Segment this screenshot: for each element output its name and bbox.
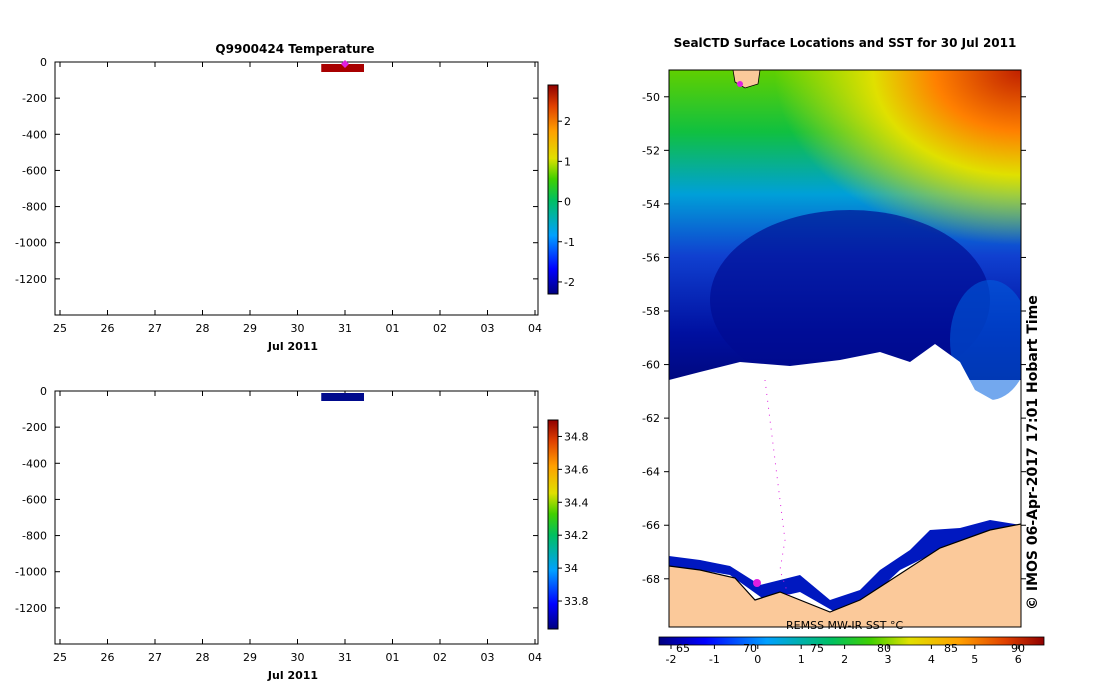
temperature-profile-panel: Q9900424 Temperature 0 -200 -400 -600 -800 -1… <box>15 42 575 353</box>
x-tick-label: 02 <box>433 651 447 664</box>
sst-colorbar-tick-label: 5 <box>971 653 978 666</box>
y-tick-label: -800 <box>22 530 47 543</box>
colorbar <box>547 419 559 630</box>
seal-location-south <box>753 579 761 587</box>
x-tick-label: 26 <box>101 322 115 335</box>
sst-colorbar-tick-label: -2 <box>666 653 677 666</box>
colorbar-tick-label: 33.8 <box>564 595 589 608</box>
y-tick-label: 0 <box>40 385 47 398</box>
x-tick-label: 30 <box>291 322 305 335</box>
x-axis-label: Jul 2011 <box>267 669 318 682</box>
y-tick-label: -1200 <box>15 273 47 286</box>
sst-colorbar-tick-label: 4 <box>928 653 935 666</box>
x-tick-label: 25 <box>53 651 67 664</box>
lon-tick-label: 75 <box>810 642 824 655</box>
sst-colorbar-tick-label: 0 <box>754 653 761 666</box>
y-tick-label: -400 <box>22 457 47 470</box>
y-tick-label: -1000 <box>15 237 47 250</box>
colorbar-tick-label: -1 <box>564 236 575 249</box>
seal-location <box>737 81 743 87</box>
colorbar-tick-label: 0 <box>564 196 571 209</box>
y-tick-label: -600 <box>22 164 47 177</box>
colorbar <box>547 84 559 295</box>
y-tick-label: -1000 <box>15 566 47 579</box>
x-tick-label: 31 <box>338 322 352 335</box>
sst-colorbar-tick-label: 2 <box>841 653 848 666</box>
colorbar-tick-label: 34.8 <box>564 430 589 443</box>
y-tick-label: -200 <box>22 421 47 434</box>
lat-tick-label: -58 <box>642 305 660 318</box>
x-tick-label: 03 <box>481 651 495 664</box>
colorbar-tick-label: 2 <box>564 115 571 128</box>
lat-tick-label: -64 <box>642 466 660 479</box>
x-tick-label: 28 <box>196 322 210 335</box>
x-tick-label: 29 <box>243 322 257 335</box>
x-tick-label: 03 <box>481 322 495 335</box>
x-tick-label: 25 <box>53 322 67 335</box>
lat-tick-label: -68 <box>642 573 660 586</box>
y-tick-label: 0 <box>40 56 47 69</box>
colorbar-ticks: 2 1 0 -1 -2 <box>558 115 575 289</box>
colorbar-tick-label: -2 <box>564 276 575 289</box>
sst-colorbar-tick-label: 6 <box>1015 653 1022 666</box>
plot-area <box>54 390 539 645</box>
colorbar-tick-label: 34 <box>564 562 578 575</box>
lon-tick-label: 85 <box>944 642 958 655</box>
colorbar-tick-label: 34.2 <box>564 529 589 542</box>
map-title: SealCTD Surface Locations and SST for 30… <box>674 36 1017 50</box>
colorbar-tick-label: 34.4 <box>564 496 589 509</box>
sst-field <box>669 70 1021 627</box>
profile-marks <box>321 393 364 401</box>
x-tick-label: 28 <box>196 651 210 664</box>
sealctd-figure: Q9900424 Temperature 0-200-400-600-800-1… <box>15 36 1045 682</box>
sst-map-panel: SealCTD Surface Locations and SST for 30… <box>642 36 1045 666</box>
x-tick-label: 02 <box>433 322 447 335</box>
y-tick-label: -200 <box>22 92 47 105</box>
lat-tick-label: -66 <box>642 519 660 532</box>
profile-cell <box>321 393 364 401</box>
x-tick-label: 01 <box>386 651 400 664</box>
copyright-label: © IMOS 06-Apr-2017 17:01 Hobart Time <box>1025 295 1041 610</box>
lat-tick-label: -60 <box>642 359 660 372</box>
colorbar-tick-label: 34.6 <box>564 463 589 476</box>
x-tick-label: 01 <box>386 322 400 335</box>
sst-colorbar-tick-label: 3 <box>885 653 892 666</box>
x-tick-label: 29 <box>243 651 257 664</box>
y-tick-label: -800 <box>22 201 47 214</box>
colorbar-tick-label: 1 <box>564 155 571 168</box>
colorbar-label: REMSS MW-IR SST °C <box>786 619 904 632</box>
sst-colorbar-tick-label: 1 <box>798 653 805 666</box>
x-tick-label: 26 <box>101 651 115 664</box>
x-tick-label: 27 <box>148 322 162 335</box>
lat-tick-label: -56 <box>642 251 660 264</box>
y-tick-label: -600 <box>22 493 47 506</box>
plot-area <box>54 61 539 316</box>
x-tick-label: 27 <box>148 651 162 664</box>
lon-tick-label: 65 <box>676 642 690 655</box>
panel-title: Q9900424 Temperature <box>215 42 374 56</box>
x-tick-label: 04 <box>528 322 542 335</box>
lat-tick-label: -52 <box>642 144 660 157</box>
salinity-profile-panel: 0 -200 -400 -600 -800 -1000 -1200 25 26 27 28 29 30… <box>15 385 588 682</box>
x-tick-label: 04 <box>528 651 542 664</box>
lat-tick-label: -50 <box>642 91 660 104</box>
x-tick-label: 30 <box>291 651 305 664</box>
sst-colorbar-tick-label: -1 <box>709 653 720 666</box>
x-tick-label: 31 <box>338 651 352 664</box>
y-tick-label: -400 <box>22 128 47 141</box>
colorbar-ticks: 34.8 34.6 34.4 34.2 34 33.8 <box>558 430 589 608</box>
sst-colorbar <box>658 636 1045 646</box>
lat-tick-label: -54 <box>642 198 660 211</box>
x-axis-label: Jul 2011 <box>267 340 318 353</box>
lat-tick-label: -62 <box>642 412 660 425</box>
y-tick-label: -1200 <box>15 602 47 615</box>
sst-colorbar-ticks: -2 -1 0 1 2 3 4 5 6 <box>666 645 1022 666</box>
